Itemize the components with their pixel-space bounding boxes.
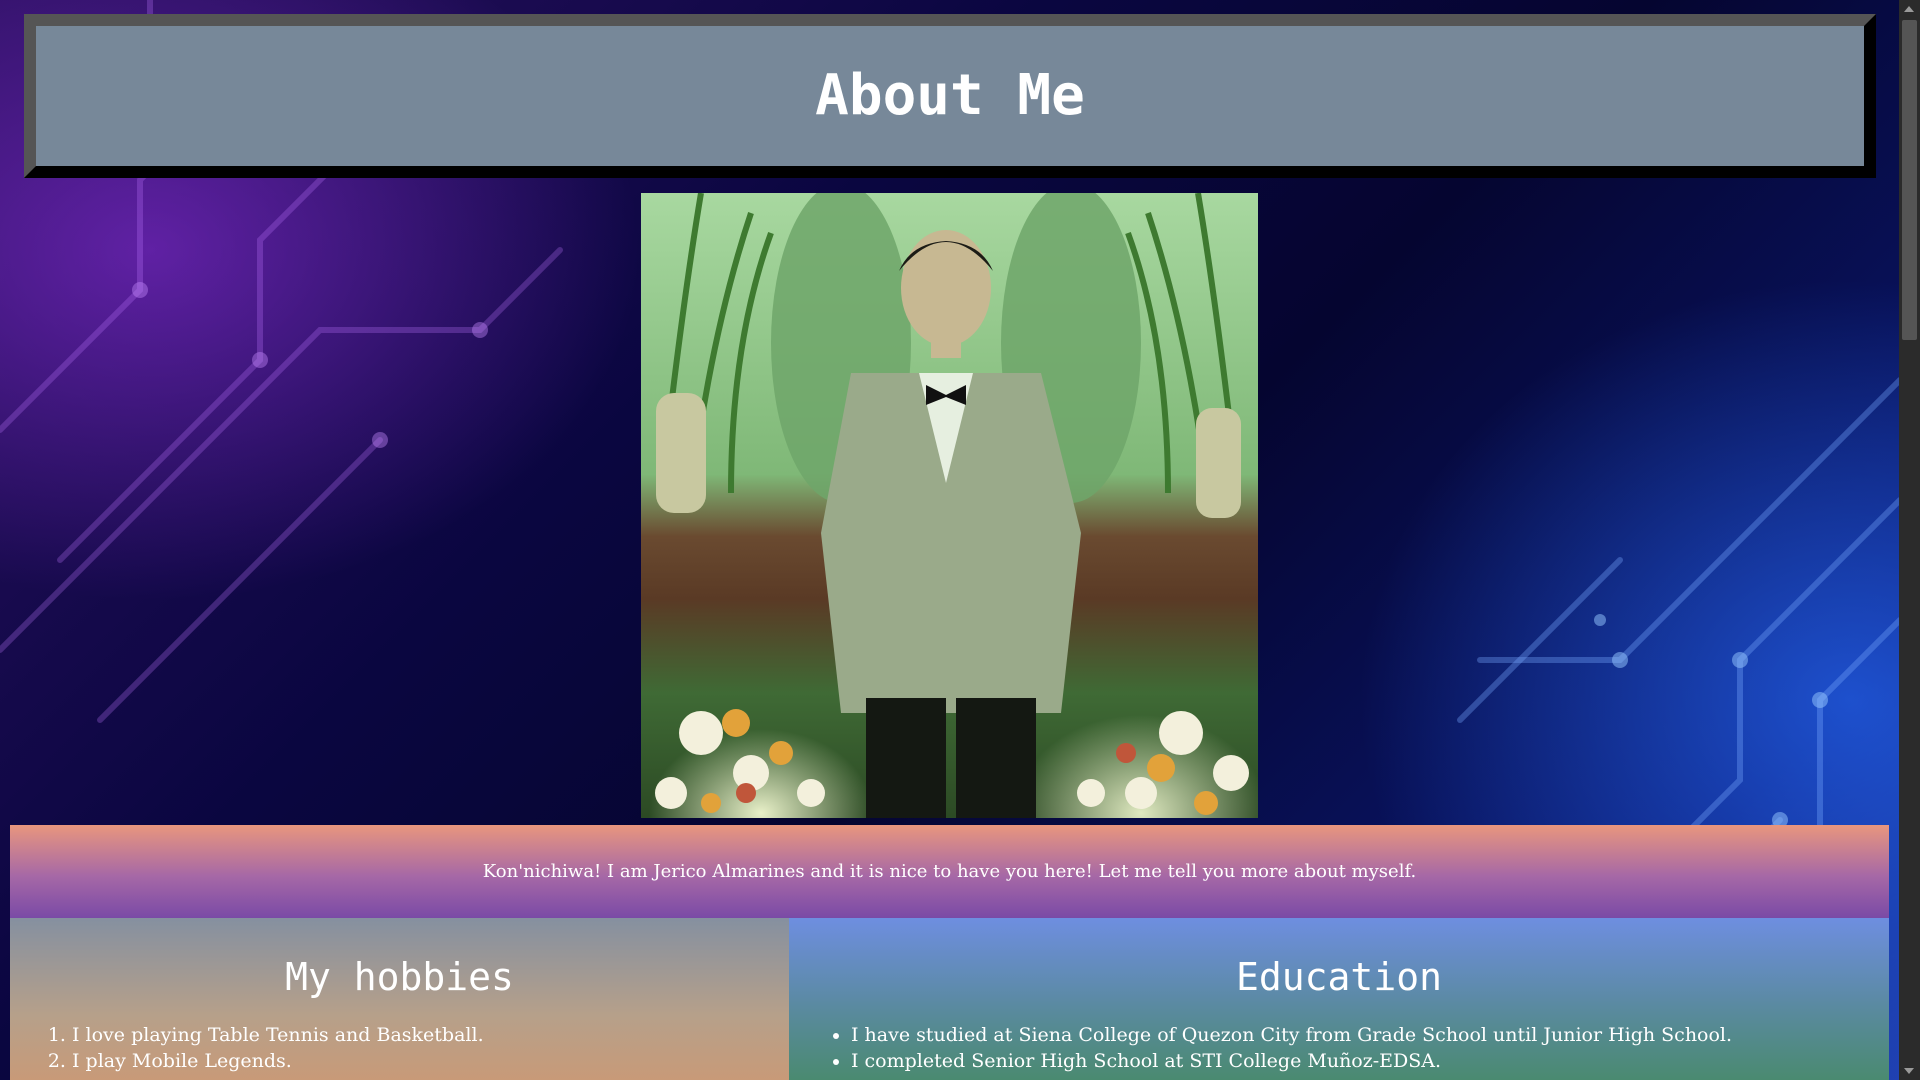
list-item: I play Mobile Legends.: [72, 1048, 789, 1074]
education-section: Education I have studied at Siena Colleg…: [789, 918, 1889, 1080]
chevron-up-icon[interactable]: [1904, 6, 1914, 12]
list-item: I have studied at Siena College of Quezo…: [851, 1022, 1889, 1048]
hobbies-title: My hobbies: [285, 955, 514, 999]
intro-text: Kon'nichiwa! I am Jerico Almarines and i…: [482, 861, 1417, 882]
chevron-down-icon[interactable]: [1904, 1068, 1914, 1074]
hobbies-section: My hobbies I love playing Table Tennis a…: [10, 918, 789, 1080]
intro-banner: Kon'nichiwa! I am Jerico Almarines and i…: [10, 825, 1889, 918]
scrollbar-thumb[interactable]: [1902, 20, 1917, 340]
page-title: About Me: [815, 63, 1085, 128]
vertical-scrollbar[interactable]: [1899, 0, 1920, 1080]
hobbies-list: I love playing Table Tennis and Basketba…: [10, 1022, 789, 1074]
education-title: Education: [1236, 955, 1442, 999]
header-banner: About Me: [24, 14, 1876, 178]
education-list: I have studied at Siena College of Quezo…: [789, 1022, 1889, 1074]
list-item: I love playing Table Tennis and Basketba…: [72, 1022, 789, 1048]
list-item: I completed Senior High School at STI Co…: [851, 1048, 1889, 1074]
profile-photo: [641, 193, 1258, 818]
